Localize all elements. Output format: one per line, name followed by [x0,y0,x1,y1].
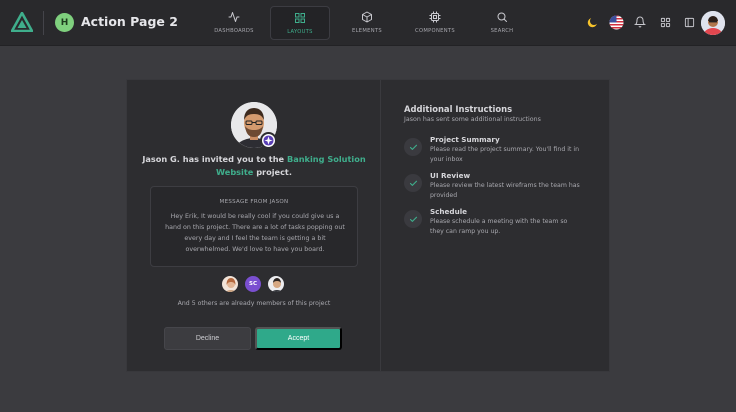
instructions-subtitle: Jason has sent some additional instructi… [404,116,541,123]
moon-icon[interactable] [584,14,600,30]
invite-text: Jason G. has invited you to the Banking … [137,153,371,179]
step-desc: Please review the latest wireframs the t… [430,182,580,199]
header-divider [43,11,44,35]
member-avatars: SC [221,275,291,294]
member-avatar[interactable] [267,275,285,293]
user-avatar[interactable] [701,11,725,35]
bell-icon[interactable] [632,14,648,30]
apps-grid-icon[interactable] [657,14,673,30]
invite-suffix: project. [253,167,292,177]
step-title: UI Review [430,171,471,180]
nav-label: SEARCH [490,28,514,34]
sidebar-toggle-icon[interactable] [681,14,697,30]
nav-components[interactable]: COMPONENTS [405,6,465,40]
nav-search[interactable]: SEARCH [472,6,532,40]
logo-icon[interactable] [11,12,33,32]
step-title: Project Summary [430,135,500,144]
check-icon [404,174,422,192]
invite-prefix: Jason G. has invited you to the [142,154,287,164]
check-icon [404,210,422,228]
nav-label: DASHBOARDS [214,28,254,34]
instruction-step: Project Summary Please read the project … [404,135,604,167]
members-count-text: And 5 others are already members of this… [177,300,331,307]
instructions-panel: Additional Instructions Jason has sent s… [381,80,611,371]
message-box: MESSAGE FROM JASON Hey Erik, It would be… [150,186,358,267]
invite-card: Jason G. has invited you to the Banking … [126,79,610,372]
instructions-title: Additional Instructions [404,104,513,114]
nav-layouts[interactable]: LAYOUTS [270,6,330,40]
search-icon [497,12,507,22]
activity-icon [228,12,240,22]
project-badge-icon [260,132,277,149]
decline-button[interactable]: Decline [164,327,251,350]
invite-panel: Jason G. has invited you to the Banking … [127,80,381,371]
page-avatar: H [55,13,74,32]
nav-elements[interactable]: ELEMENTS [337,6,397,40]
message-title: MESSAGE FROM JASON [219,199,289,205]
nav-label: LAYOUTS [287,29,313,35]
check-icon [404,138,422,156]
grid-icon [295,13,305,23]
page-title: Action Page 2 [81,14,178,29]
us-flag-icon[interactable] [608,14,624,30]
instruction-step: UI Review Please review the latest wiref… [404,171,604,203]
nav-dashboards[interactable]: DASHBOARDS [204,6,264,40]
step-title: Schedule [430,207,468,216]
instruction-step: Schedule Please schedule a meeting with … [404,207,604,239]
nav-label: COMPONENTS [415,28,455,34]
accept-button[interactable]: Accept [255,327,342,350]
nav-label: ELEMENTS [352,28,382,34]
member-avatar[interactable] [221,275,239,293]
message-body: Hey Erik, It would be really cool if you… [165,213,345,253]
step-desc: Please schedule a meeting with the team … [430,218,568,235]
step-desc: Please read the project summary. You'll … [430,146,579,163]
member-avatar-initials[interactable]: SC [244,275,262,293]
top-bar: H Action Page 2 DASHBOARDS LAYOUTS ELEME… [0,0,736,46]
cpu-icon [429,11,441,23]
box-icon [362,11,372,23]
